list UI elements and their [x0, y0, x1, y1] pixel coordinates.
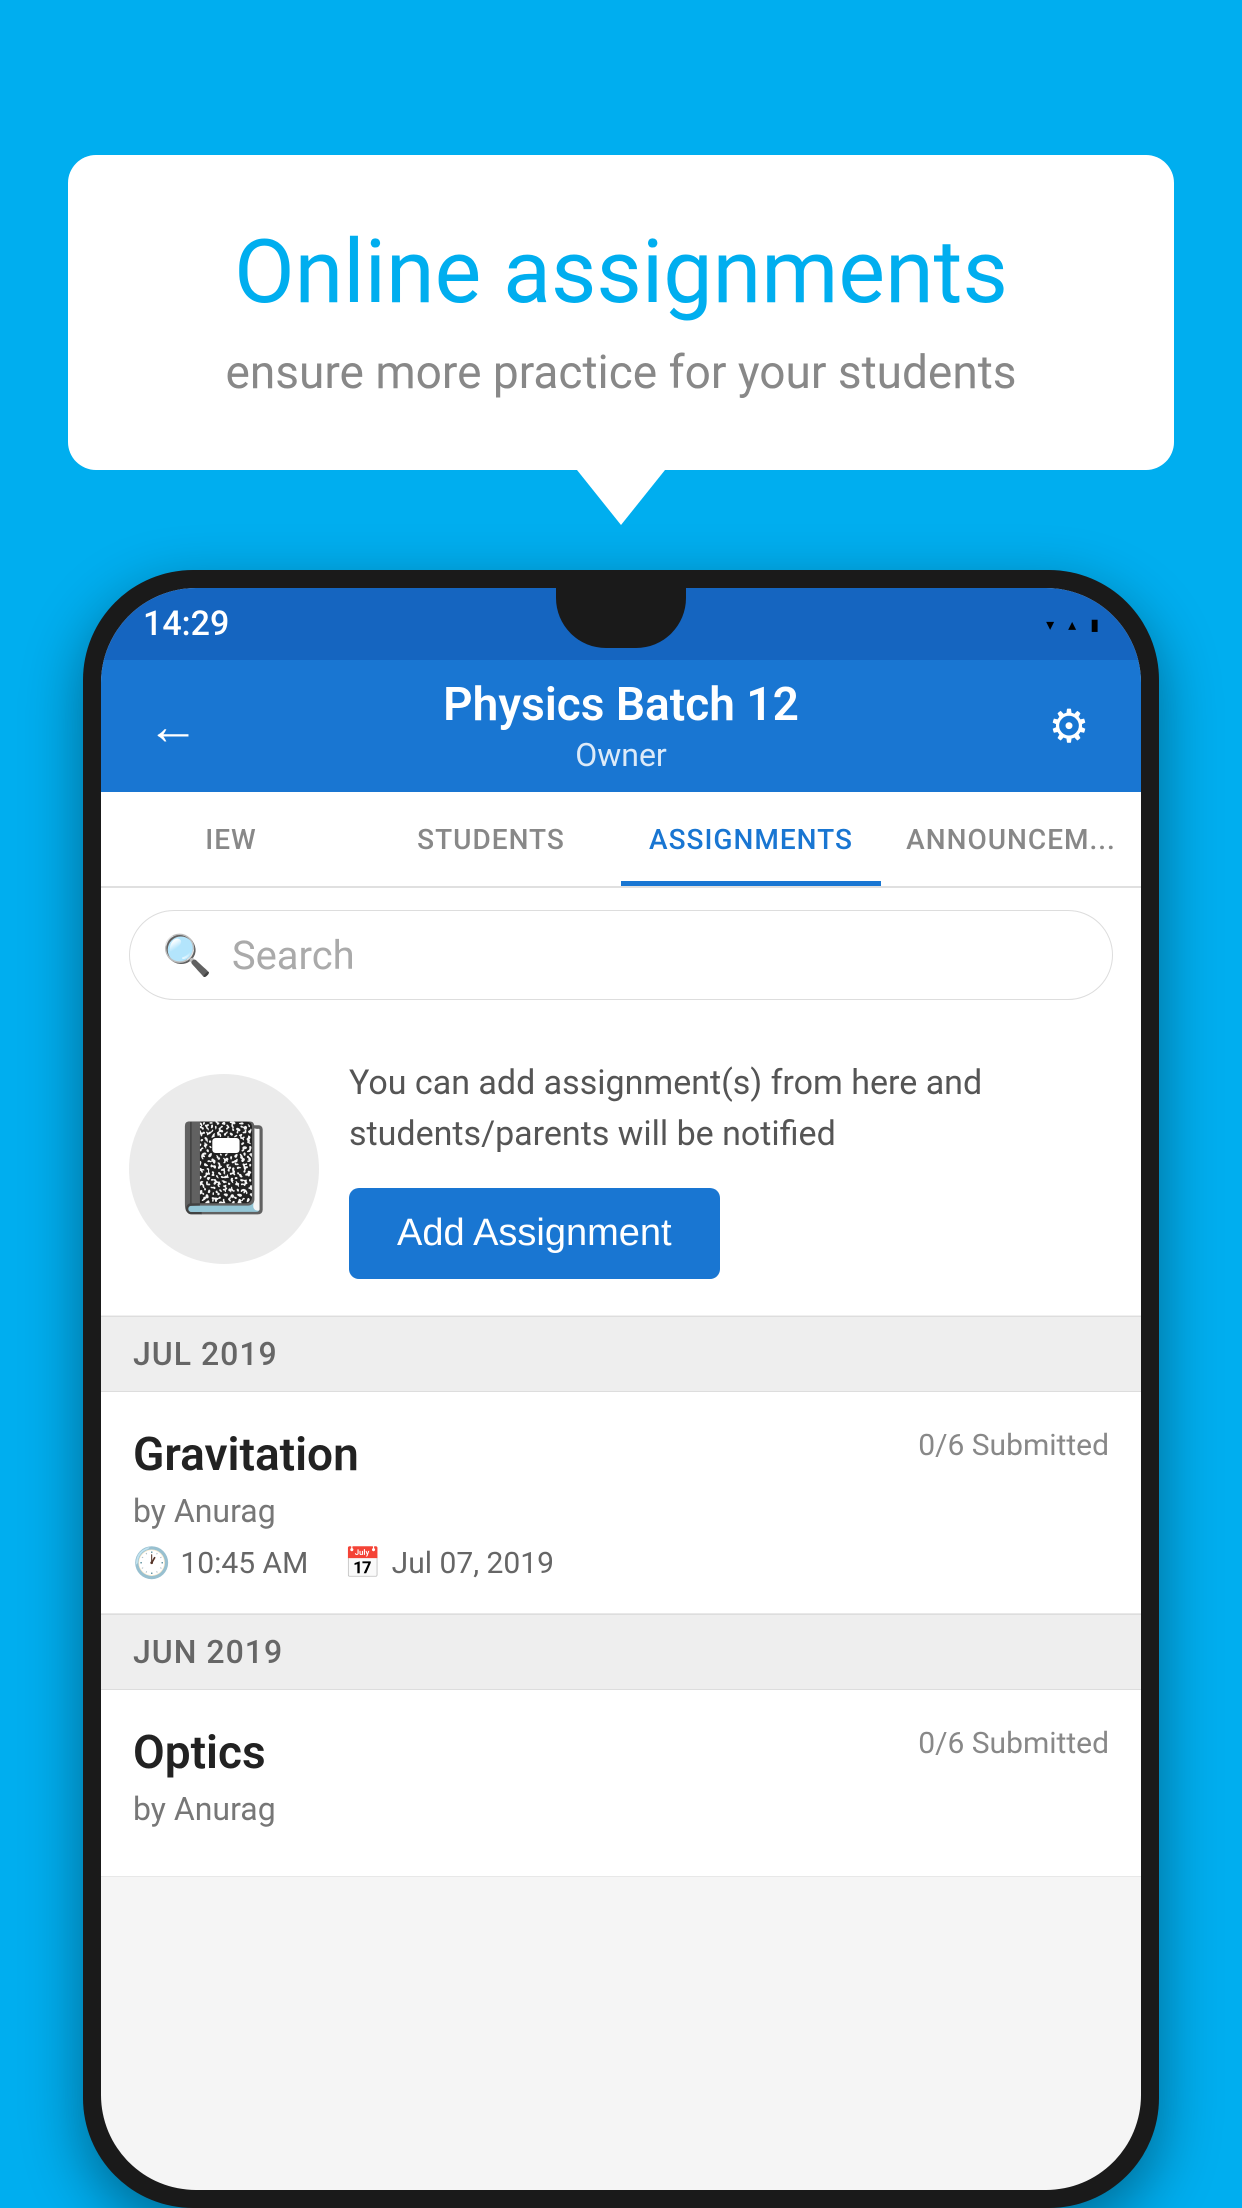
- assignment-time: 10:45 AM: [180, 1546, 308, 1581]
- wifi-icon: ▾: [1046, 615, 1054, 634]
- add-assignment-button[interactable]: Add Assignment: [349, 1188, 720, 1279]
- meta-time: 🕐 10:45 AM: [133, 1546, 308, 1581]
- search-container: 🔍 Search: [101, 888, 1141, 1022]
- meta-date: 📅 Jul 07, 2019: [344, 1546, 554, 1581]
- assignment-row-top-optics: Optics 0/6 Submitted: [133, 1726, 1109, 1780]
- assignment-meta: 🕐 10:45 AM 📅 Jul 07, 2019: [133, 1546, 1109, 1581]
- section-header-jun: JUN 2019: [101, 1614, 1141, 1690]
- assignment-author: by Anurag: [133, 1492, 1109, 1530]
- tab-assignments[interactable]: ASSIGNMENTS: [621, 792, 881, 886]
- app-bar-title: Physics Batch 12: [209, 678, 1033, 732]
- search-icon: 🔍: [162, 932, 212, 979]
- status-time: 14:29: [143, 604, 229, 644]
- tab-iew[interactable]: IEW: [101, 792, 361, 886]
- add-assignment-card: 📓 You can add assignment(s) from here an…: [101, 1022, 1141, 1316]
- section-header-jul: JUL 2019: [101, 1316, 1141, 1392]
- tab-announcements[interactable]: ANNOUNCEM...: [881, 792, 1141, 886]
- submitted-badge: 0/6 Submitted: [918, 1428, 1109, 1463]
- add-assignment-description: You can add assignment(s) from here and …: [349, 1058, 1113, 1160]
- assignment-item-optics[interactable]: Optics 0/6 Submitted by Anurag: [101, 1690, 1141, 1877]
- tab-students[interactable]: STUDENTS: [361, 792, 621, 886]
- speech-bubble-title: Online assignments: [148, 225, 1094, 322]
- assignment-name-optics: Optics: [133, 1726, 266, 1780]
- assignment-name: Gravitation: [133, 1428, 359, 1482]
- status-icons: ▾ ▴ ▮: [1046, 615, 1099, 634]
- speech-bubble-subtitle: ensure more practice for your students: [148, 346, 1094, 400]
- speech-bubble-wrapper: Online assignments ensure more practice …: [68, 155, 1174, 525]
- back-button[interactable]: ←: [137, 696, 209, 757]
- content-area: 🔍 Search 📓 You can add assignment(s) fro…: [101, 888, 1141, 1877]
- assignment-author-optics: by Anurag: [133, 1790, 1109, 1828]
- calendar-icon: 📅: [344, 1546, 381, 1581]
- app-bar-subtitle: Owner: [209, 736, 1033, 774]
- assignment-item-gravitation[interactable]: Gravitation 0/6 Submitted by Anurag 🕐 10…: [101, 1392, 1141, 1614]
- notch: [556, 588, 686, 648]
- speech-bubble-arrow: [577, 470, 665, 525]
- status-bar: 14:29 ▾ ▴ ▮: [101, 588, 1141, 660]
- app-bar: ← Physics Batch 12 Owner ⚙: [101, 660, 1141, 792]
- battery-icon: ▮: [1090, 615, 1099, 634]
- speech-bubble: Online assignments ensure more practice …: [68, 155, 1174, 470]
- signal-icon: ▴: [1068, 615, 1076, 634]
- search-bar[interactable]: 🔍 Search: [129, 910, 1113, 1000]
- notebook-icon: 📓: [169, 1117, 279, 1220]
- submitted-badge-optics: 0/6 Submitted: [918, 1726, 1109, 1761]
- app-bar-title-section: Physics Batch 12 Owner: [209, 678, 1033, 774]
- add-assignment-text-section: You can add assignment(s) from here and …: [349, 1058, 1113, 1279]
- search-placeholder: Search: [232, 932, 355, 979]
- assignment-row-top: Gravitation 0/6 Submitted: [133, 1428, 1109, 1482]
- phone-inner: 14:29 ▾ ▴ ▮ ← Physics Batch 12 Owner ⚙ I…: [101, 588, 1141, 2190]
- tabs-bar: IEW STUDENTS ASSIGNMENTS ANNOUNCEM...: [101, 792, 1141, 888]
- phone-frame: 14:29 ▾ ▴ ▮ ← Physics Batch 12 Owner ⚙ I…: [83, 570, 1159, 2208]
- settings-button[interactable]: ⚙: [1033, 699, 1105, 754]
- clock-icon: 🕐: [133, 1546, 170, 1581]
- assignment-icon-circle: 📓: [129, 1074, 319, 1264]
- assignment-date: Jul 07, 2019: [392, 1546, 554, 1581]
